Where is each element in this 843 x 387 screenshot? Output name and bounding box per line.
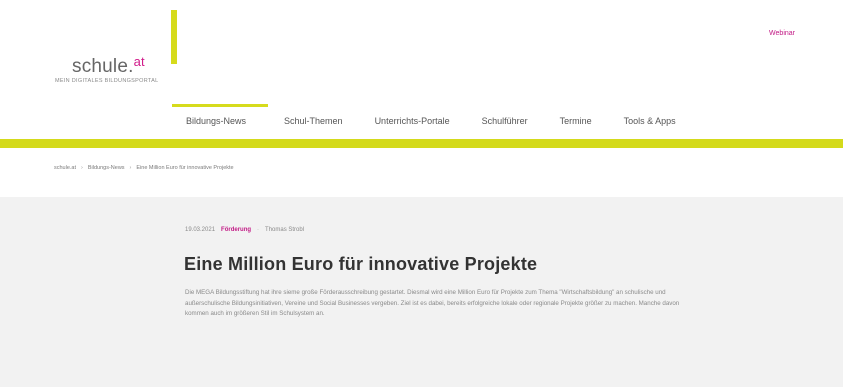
logo-suffix: at bbox=[133, 54, 145, 69]
nav-item-schul-themen[interactable]: Schul-Themen bbox=[268, 102, 359, 140]
article-teaser: 19.03.2021 Förderung · Thomas Strobl Ein… bbox=[0, 197, 843, 387]
breadcrumb-item-current: Eine Million Euro für innovative Projekt… bbox=[136, 165, 234, 171]
article-title[interactable]: Eine Million Euro für innovative Projekt… bbox=[184, 254, 537, 275]
logo-word: schule. bbox=[72, 56, 134, 77]
breadcrumb-separator: › bbox=[81, 165, 83, 171]
nav-item-schulfuehrer[interactable]: Schulführer bbox=[466, 102, 544, 140]
breadcrumb-item-home[interactable]: schule.at bbox=[54, 165, 76, 171]
meta-separator: · bbox=[257, 227, 260, 233]
article-category[interactable]: Förderung bbox=[221, 227, 251, 233]
nav-item-unterrichts-portale[interactable]: Unterrichts-Portale bbox=[359, 102, 466, 140]
article-teaser-text: Die MEGA Bildungsstiftung hat ihre sieme… bbox=[185, 289, 680, 318]
logo-wordmark: schule.at bbox=[72, 54, 145, 78]
webinar-link[interactable]: Webinar bbox=[769, 30, 795, 37]
main-nav: Bildungs-News Schul-Themen Unterrichts-P… bbox=[172, 102, 692, 140]
breadcrumb: schule.at › Bildungs-News › Eine Million… bbox=[54, 165, 234, 171]
nav-accent-band bbox=[0, 139, 843, 148]
article-author: Thomas Strobl bbox=[265, 227, 305, 233]
site-logo[interactable]: schule.at MEIN DIGITALES BILDUNGSPORTAL bbox=[55, 10, 215, 100]
logo-tagline: MEIN DIGITALES BILDUNGSPORTAL bbox=[55, 78, 159, 84]
logo-accent-bar bbox=[171, 10, 177, 64]
nav-item-tools-apps[interactable]: Tools & Apps bbox=[608, 102, 692, 140]
article-meta: 19.03.2021 Förderung · Thomas Strobl bbox=[185, 227, 304, 233]
nav-item-bildungs-news[interactable]: Bildungs-News bbox=[172, 102, 269, 140]
article-date: 19.03.2021 bbox=[185, 227, 216, 233]
nav-item-termine[interactable]: Termine bbox=[544, 102, 608, 140]
breadcrumb-separator: › bbox=[129, 165, 132, 171]
breadcrumb-item-bildungs-news[interactable]: Bildungs-News bbox=[88, 165, 125, 171]
